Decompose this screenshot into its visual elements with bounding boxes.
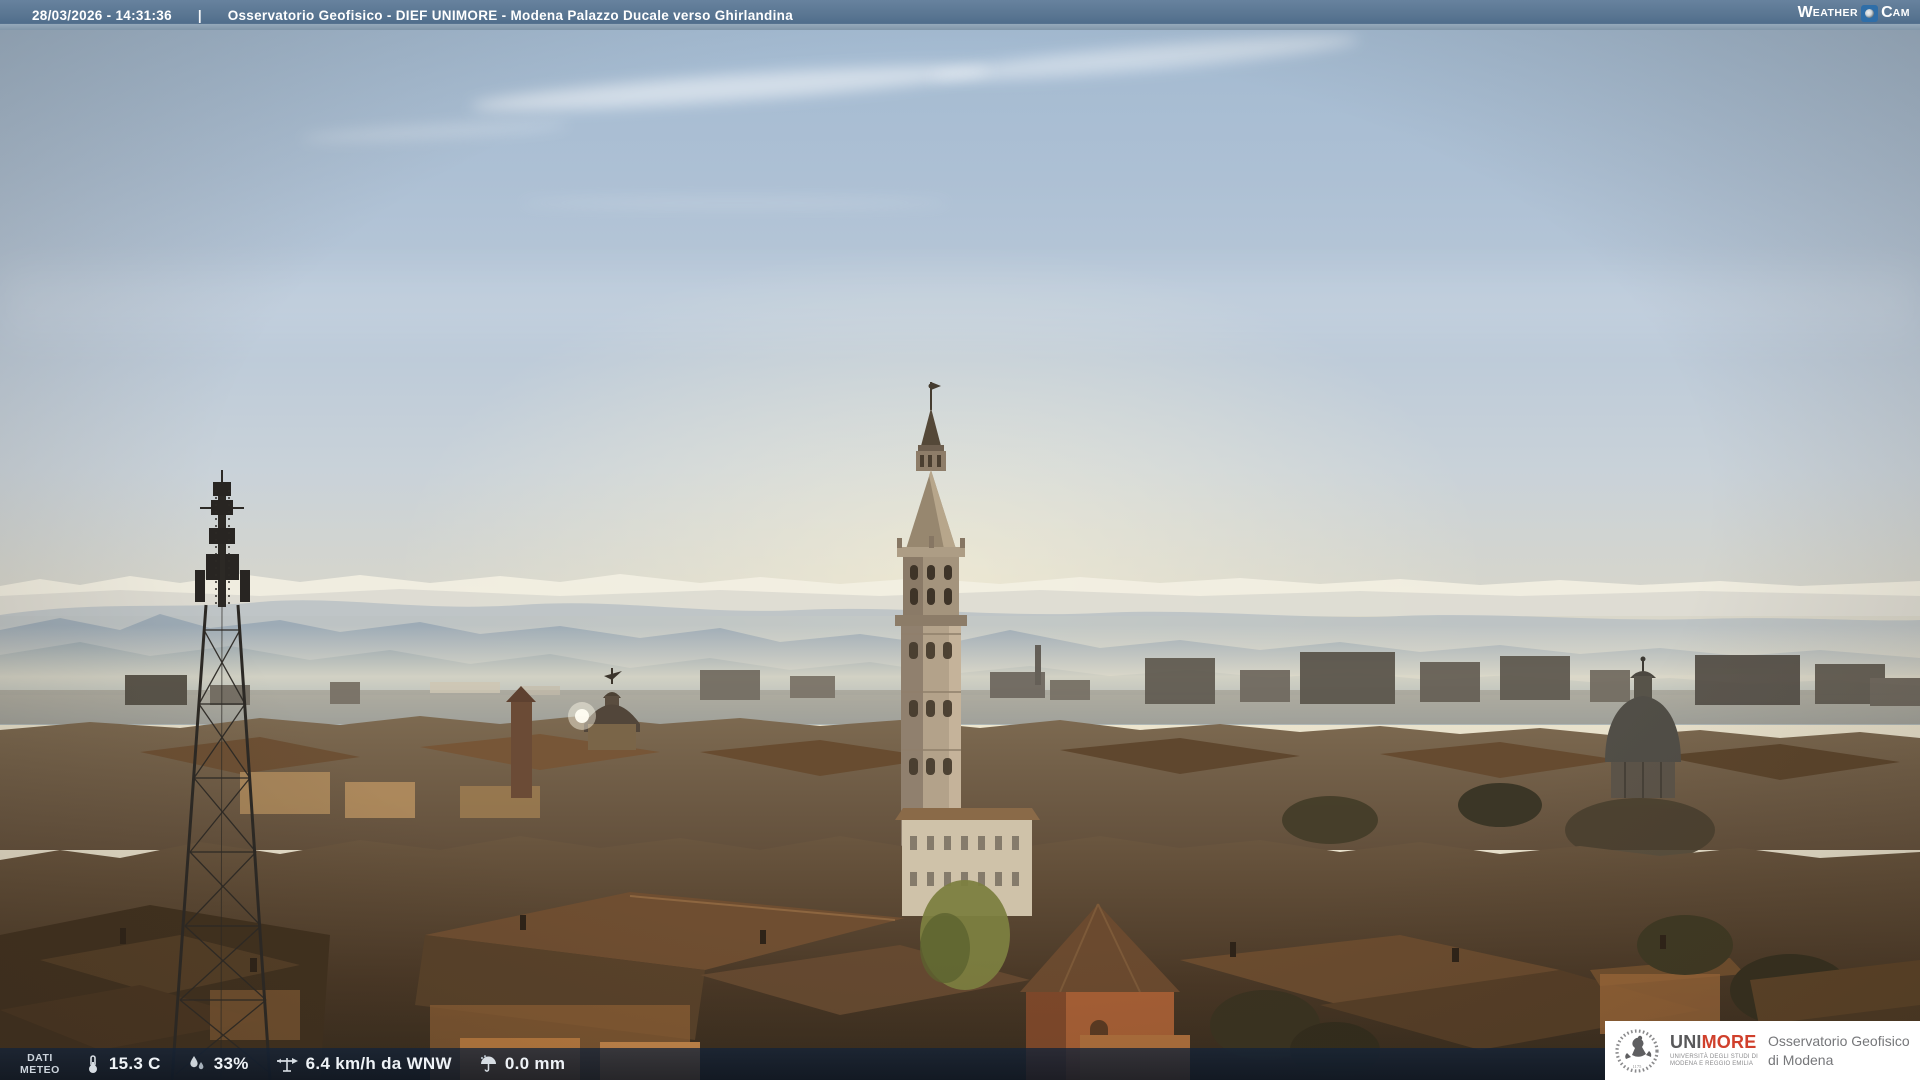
weathercam-logo-am: AM (1892, 7, 1910, 19)
precipitation-reading: 0.0 mm (478, 1054, 565, 1074)
wind-reading: 6.4 km/h da WNW (275, 1054, 452, 1074)
unimore-branding-box: 1175 UNIMORE UNIVERSITÀ DEGLI STUDI DI M… (1605, 1021, 1920, 1080)
thermometer-icon (88, 1055, 97, 1073)
temperature-reading: 15.3 C (84, 1054, 161, 1074)
weathercam-logo-eather: EATHER (1812, 7, 1859, 19)
weathercam-logo-c: C (1881, 4, 1893, 21)
unimore-wordmark: UNIMORE UNIVERSITÀ DEGLI STUDI DI MODENA… (1670, 1033, 1762, 1069)
precipitation-value: 0.0 mm (504, 1054, 566, 1073)
unimore-more-text: MORE (1701, 1031, 1757, 1052)
unimore-uni-text: UNI (1670, 1031, 1702, 1052)
university-subtitle: UNIVERSITÀ DEGLI STUDI DI MODENA E REGGI… (1670, 1053, 1759, 1068)
humidity-value: 33% (213, 1054, 249, 1073)
wind-vane-icon (276, 1058, 298, 1072)
humidity-reading: 33% (187, 1054, 249, 1074)
city-scene (0, 382, 1920, 1080)
weathercam-logo: W EATHER C AM (1798, 0, 1910, 26)
temperature-value: 15.3 C (108, 1054, 161, 1073)
webcam-photo (0, 30, 1920, 1080)
timestamp: 28/03/2026 - 14:31:36 (32, 7, 172, 23)
observatory-name: Osservatorio Geofisico di Modena (1768, 1033, 1910, 1068)
meteo-data-label: DATI METEO (20, 1051, 60, 1076)
humidity-icon (190, 1056, 204, 1070)
rain-umbrella-icon (480, 1055, 496, 1072)
unimore-seal-icon: 1175 (1615, 1028, 1659, 1073)
header-separator: | (197, 7, 202, 23)
svg-text:1175: 1175 (1633, 1064, 1643, 1069)
webcam-title: Osservatorio Geofisico - DIEF UNIMORE - … (227, 7, 794, 23)
camera-lens-icon (1861, 4, 1879, 22)
webcam-header-bar: 28/03/2026 - 14:31:36 | Osservatorio Geo… (0, 0, 1920, 30)
weathercam-logo-w: W (1797, 4, 1813, 21)
wind-value: 6.4 km/h da WNW (305, 1054, 452, 1073)
